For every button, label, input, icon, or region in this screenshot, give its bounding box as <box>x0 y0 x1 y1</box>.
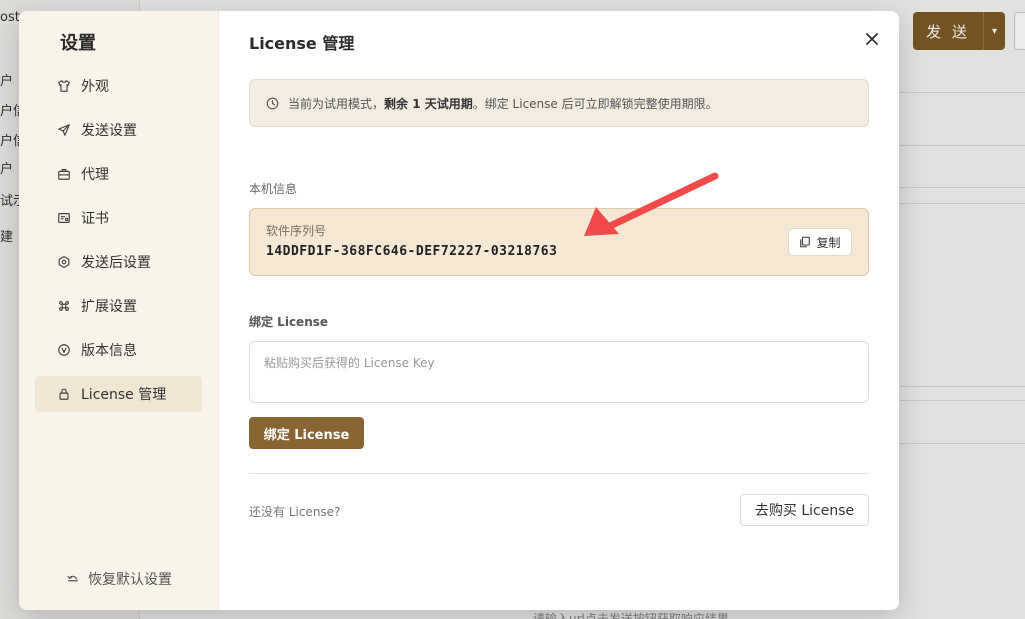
shirt-icon <box>58 80 70 92</box>
briefcase-icon <box>58 169 70 180</box>
certificate-icon <box>58 213 70 223</box>
version-icon <box>58 344 70 356</box>
serial-label: 软件序列号 <box>266 224 327 238</box>
trial-notice: 当前为试用模式，剩余 1 天试用期。绑定 License 后可立即解锁完整使用期… <box>249 79 869 127</box>
no-license-text: 还没有 License? <box>249 505 341 519</box>
settings-sidebar: 设置 外观 发送设置 代理 证书 发送后设置 扩展设置 版本信息 License… <box>19 11 219 610</box>
sidebar-item-send-settings[interactable]: 发送设置 <box>35 112 202 148</box>
reset-defaults-button[interactable]: 恢复默认设置 <box>66 569 172 589</box>
serial-card: 软件序列号 14DDFD1F-368FC646-DEF72227-0321876… <box>249 208 869 276</box>
trial-days-remaining: 剩余 1 天试用期 <box>384 96 473 111</box>
send-icon <box>58 124 70 136</box>
sidebar-item-label: 发送后设置 <box>81 255 151 271</box>
sidebar-item-label: 外观 <box>81 79 109 95</box>
trial-text-prefix: 当前为试用模式， <box>288 96 385 111</box>
sidebar-item-label: 证书 <box>81 211 109 227</box>
machine-info-label: 本机信息 <box>249 182 298 196</box>
sidebar-item-proxy[interactable]: 代理 <box>35 156 202 192</box>
license-key-input[interactable] <box>249 341 869 403</box>
sidebar-title: 设置 <box>60 33 96 54</box>
license-panel: License 管理 当前为试用模式，剩余 1 天试用期。绑定 License … <box>219 11 899 610</box>
settings-nav: 外观 发送设置 代理 证书 发送后设置 扩展设置 版本信息 License 管理 <box>35 68 202 420</box>
trial-text: 当前为试用模式，剩余 1 天试用期。绑定 License 后可立即解锁完整使用期… <box>288 95 718 112</box>
bind-license-button[interactable]: 绑定 License <box>249 417 364 449</box>
page-title: License 管理 <box>249 34 355 53</box>
undo-icon <box>67 575 78 582</box>
settings-modal: 设置 外观 发送设置 代理 证书 发送后设置 扩展设置 版本信息 License… <box>19 11 899 610</box>
serial-value: 14DDFD1F-368FC646-DEF72227-03218763 <box>266 244 558 259</box>
lock-icon <box>59 388 69 400</box>
trial-text-suffix: 。绑定 License 后可立即解锁完整使用期限。 <box>472 96 718 111</box>
sidebar-item-post-send-settings[interactable]: 发送后设置 <box>35 244 202 280</box>
copy-label: 复制 <box>816 235 841 250</box>
hexagon-icon <box>58 256 70 268</box>
sidebar-item-extension-settings[interactable]: 扩展设置 <box>35 288 202 324</box>
clock-icon <box>266 97 279 109</box>
sidebar-item-label: License 管理 <box>81 387 167 403</box>
sidebar-item-label: 版本信息 <box>81 343 137 359</box>
close-button[interactable] <box>862 29 882 49</box>
sidebar-item-label: 代理 <box>81 167 109 183</box>
copy-icon <box>800 236 811 248</box>
section-divider <box>249 473 869 474</box>
sidebar-item-label: 扩展设置 <box>81 299 137 315</box>
close-icon <box>866 33 878 45</box>
sidebar-item-certificate[interactable]: 证书 <box>35 200 202 236</box>
reset-defaults-label: 恢复默认设置 <box>88 572 172 588</box>
sidebar-item-label: 发送设置 <box>81 123 137 139</box>
sidebar-item-version-info[interactable]: 版本信息 <box>35 332 202 368</box>
buy-license-button[interactable]: 去购买 License <box>740 494 869 526</box>
bind-license-label: 绑定 License <box>249 315 329 329</box>
command-icon <box>59 301 69 311</box>
sidebar-item-license-management[interactable]: License 管理 <box>35 376 202 412</box>
sidebar-item-appearance[interactable]: 外观 <box>35 68 202 104</box>
copy-serial-button[interactable]: 复制 <box>788 228 852 256</box>
